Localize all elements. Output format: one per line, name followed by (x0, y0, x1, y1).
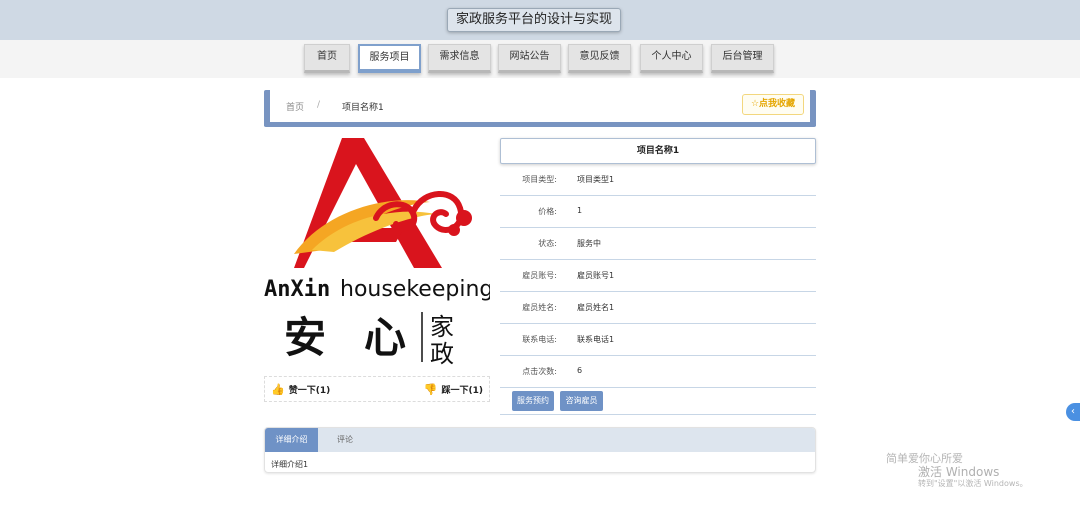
like-label: 赞一下(1) (288, 386, 331, 396)
breadcrumb-separator: / (317, 100, 321, 110)
tab-content: 详细介绍1 (271, 460, 309, 469)
detail-label: 雇员姓名: (522, 303, 557, 312)
nav-item-demands[interactable]: 需求信息 (428, 44, 491, 73)
detail-title: 项目名称1 (500, 138, 816, 164)
detail-label: 状态: (538, 239, 557, 248)
thumbs-up-icon: 👍 (271, 383, 285, 396)
tab-details[interactable]: 详细介绍 (265, 428, 318, 452)
divider (500, 414, 816, 415)
nav-item-feedback[interactable]: 意见反馈 (568, 44, 631, 73)
detail-label: 价格: (538, 207, 557, 216)
detail-value: 项目类型1 (577, 175, 615, 184)
detail-row: 点击次数: 6 (500, 356, 816, 388)
logo-text-housekeeping: housekeeping (340, 277, 490, 302)
main-nav: 首页 服务项目 需求信息 网站公告 意见反馈 个人中心 后台管理 (0, 40, 1080, 78)
detail-label: 点击次数: (522, 367, 557, 376)
detail-label: 项目类型: (522, 175, 557, 184)
nav-item-announcements[interactable]: 网站公告 (498, 44, 561, 73)
detail-value: 6 (577, 366, 583, 375)
breadcrumb: 首页 / 项目名称1 ☆点我收藏 (264, 90, 816, 127)
vote-row: 👍 赞一下(1) 👎 踩一下(1) (264, 376, 490, 402)
detail-row: 联系电话: 联系电话1 (500, 324, 816, 356)
service-image: AnXin housekeeping 安 心 家 政 (264, 132, 493, 372)
chevron-left-icon[interactable]: ‹ (1066, 403, 1080, 421)
logo-text-an: 安 (284, 313, 326, 362)
consult-employee-button[interactable]: 咨询雇员 (560, 391, 603, 411)
site-title: 家政服务平台的设计与实现 (447, 8, 621, 32)
detail-row: 雇员姓名: 雇员姓名1 (500, 292, 816, 324)
detail-row: 价格: 1 (500, 196, 816, 228)
detail-row: 状态: 服务中 (500, 228, 816, 260)
like-button[interactable]: 👍 赞一下(1) (271, 383, 330, 396)
nav-item-admin[interactable]: 后台管理 (711, 44, 774, 73)
detail-value: 雇员账号1 (577, 271, 615, 280)
tabs-header: 详细介绍 评论 (265, 428, 815, 452)
favorite-button[interactable]: ☆点我收藏 (742, 94, 804, 115)
detail-value: 雇员姓名1 (577, 303, 615, 312)
dislike-label: 踩一下(1) (441, 386, 484, 396)
detail-row: 雇员账号: 雇员账号1 (500, 260, 816, 292)
dislike-button[interactable]: 👎 踩一下(1) (424, 383, 483, 396)
detail-value: 联系电话1 (577, 335, 615, 344)
logo-text-xin: 心 (364, 313, 406, 362)
breadcrumb-home-link[interactable]: 首页 (286, 100, 304, 113)
logo-text-jia: 家 (430, 313, 454, 341)
detail-value: 服务中 (577, 239, 601, 248)
detail-value: 1 (577, 206, 583, 215)
nav-item-home[interactable]: 首页 (304, 44, 350, 73)
detail-row: 项目类型: 项目类型1 (500, 164, 816, 196)
detail-tabs: 详细介绍 评论 详细介绍1 (264, 427, 816, 473)
logo-text-zheng: 政 (430, 340, 454, 368)
detail-label: 联系电话: (522, 335, 557, 344)
anxin-logo-image: AnXin housekeeping 安 心 家 政 (264, 138, 493, 368)
nav-item-profile[interactable]: 个人中心 (640, 44, 703, 73)
breadcrumb-current: 项目名称1 (342, 103, 384, 113)
logo-text-anxin: AnXin (264, 277, 330, 302)
watermark-settings: 转到"设置"以激活 Windows。 (918, 479, 1028, 488)
top-header-bar: 家政服务平台的设计与实现 (0, 0, 1080, 40)
book-service-button[interactable]: 服务预约 (512, 391, 554, 411)
detail-label: 雇员账号: (522, 271, 557, 280)
nav-item-services[interactable]: 服务项目 (358, 44, 421, 73)
tab-comments[interactable]: 评论 (325, 428, 365, 452)
thumbs-down-icon: 👎 (423, 383, 438, 396)
